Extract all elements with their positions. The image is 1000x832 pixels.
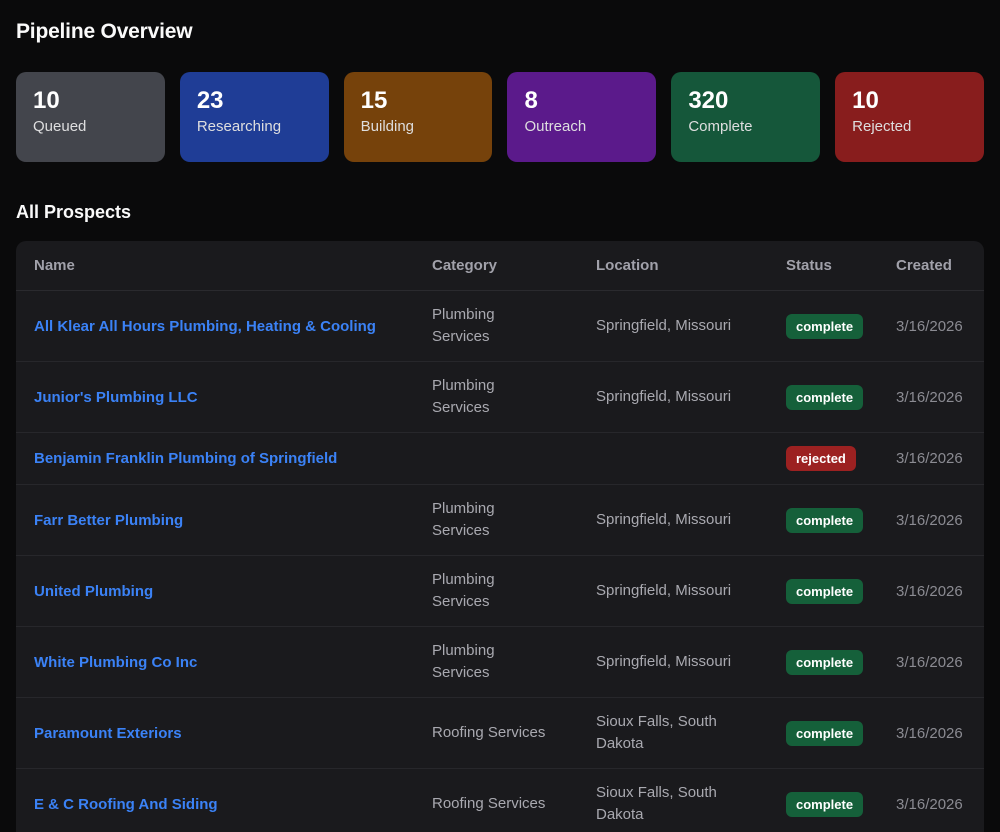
stat-label: Researching xyxy=(197,117,312,137)
table-row: All Klear All Hours Plumbing, Heating & … xyxy=(16,291,984,362)
table-row: Paramount Exteriors Roofing Services Sio… xyxy=(16,698,984,769)
stat-value: 8 xyxy=(524,85,639,116)
stat-label: Complete xyxy=(688,117,803,137)
column-header-category: Category xyxy=(432,257,596,274)
prospect-location: Sioux Falls, South Dakota xyxy=(596,782,748,826)
table-body: All Klear All Hours Plumbing, Heating & … xyxy=(16,291,984,832)
table-row: White Plumbing Co Inc Plumbing Services … xyxy=(16,627,984,698)
status-badge: complete xyxy=(786,792,863,817)
prospect-created-date: 3/16/2026 xyxy=(896,725,966,742)
stats-cards: 10 Queued 23 Researching 15 Building 8 O… xyxy=(16,72,984,162)
prospect-name-link[interactable]: Farr Better Plumbing xyxy=(34,510,183,531)
stat-label: Building xyxy=(361,117,476,137)
status-badge: rejected xyxy=(786,446,856,471)
stat-card: 10 Rejected xyxy=(835,72,984,162)
status-badge: complete xyxy=(786,721,863,746)
stat-value: 15 xyxy=(361,85,476,116)
prospect-name-link[interactable]: Benjamin Franklin Plumbing of Springfiel… xyxy=(34,448,337,469)
prospect-name-link[interactable]: Paramount Exteriors xyxy=(34,723,182,744)
column-header-status: Status xyxy=(786,257,896,274)
status-badge: complete xyxy=(786,314,863,339)
column-header-created: Created xyxy=(896,257,966,274)
prospects-table: Name Category Location Status Created Al… xyxy=(16,241,984,832)
status-badge: complete xyxy=(786,579,863,604)
prospect-created-date: 3/16/2026 xyxy=(896,583,966,600)
prospect-location: Sioux Falls, South Dakota xyxy=(596,711,748,755)
prospect-location: Springfield, Missouri xyxy=(596,386,731,408)
prospect-category: Plumbing Services xyxy=(432,640,550,684)
stat-card: 15 Building xyxy=(344,72,493,162)
prospect-name-link[interactable]: All Klear All Hours Plumbing, Heating & … xyxy=(34,316,376,337)
prospect-location: Springfield, Missouri xyxy=(596,509,731,531)
prospect-name-link[interactable]: Junior's Plumbing LLC xyxy=(34,387,198,408)
prospect-location: Springfield, Missouri xyxy=(596,315,731,337)
table-row: Farr Better Plumbing Plumbing Services S… xyxy=(16,485,984,556)
stat-value: 23 xyxy=(197,85,312,116)
prospect-location: Springfield, Missouri xyxy=(596,580,731,602)
prospect-category: Roofing Services xyxy=(432,793,545,815)
prospect-created-date: 3/16/2026 xyxy=(896,654,966,671)
stat-label: Rejected xyxy=(852,117,967,137)
table-row: United Plumbing Plumbing Services Spring… xyxy=(16,556,984,627)
page-title: Pipeline Overview xyxy=(16,20,984,44)
prospect-category: Plumbing Services xyxy=(432,375,550,419)
stat-card: 23 Researching xyxy=(180,72,329,162)
prospect-created-date: 3/16/2026 xyxy=(896,796,966,813)
stat-card: 8 Outreach xyxy=(507,72,656,162)
table-row: Benjamin Franklin Plumbing of Springfiel… xyxy=(16,433,984,485)
status-badge: complete xyxy=(786,508,863,533)
prospect-created-date: 3/16/2026 xyxy=(896,318,966,335)
prospect-created-date: 3/16/2026 xyxy=(896,389,966,406)
section-title: All Prospects xyxy=(16,202,984,223)
prospect-created-date: 3/16/2026 xyxy=(896,450,966,467)
status-badge: complete xyxy=(786,650,863,675)
prospect-category: Plumbing Services xyxy=(432,304,550,348)
table-header-row: Name Category Location Status Created xyxy=(16,241,984,291)
prospect-category: Roofing Services xyxy=(432,722,545,744)
prospect-category: Plumbing Services xyxy=(432,498,550,542)
table-row: E & C Roofing And Siding Roofing Service… xyxy=(16,769,984,832)
prospect-created-date: 3/16/2026 xyxy=(896,512,966,529)
prospect-name-link[interactable]: United Plumbing xyxy=(34,581,153,602)
column-header-location: Location xyxy=(596,257,786,274)
stat-card: 320 Complete xyxy=(671,72,820,162)
column-header-name: Name xyxy=(34,257,432,274)
status-badge: complete xyxy=(786,385,863,410)
stat-label: Queued xyxy=(33,117,148,137)
pipeline-page: Pipeline Overview 10 Queued 23 Researchi… xyxy=(0,0,1000,832)
stat-label: Outreach xyxy=(524,117,639,137)
stat-value: 10 xyxy=(852,85,967,116)
stat-value: 320 xyxy=(688,85,803,116)
prospect-category: Plumbing Services xyxy=(432,569,550,613)
table-row: Junior's Plumbing LLC Plumbing Services … xyxy=(16,362,984,433)
stat-value: 10 xyxy=(33,85,148,116)
prospect-name-link[interactable]: E & C Roofing And Siding xyxy=(34,794,218,815)
stat-card: 10 Queued xyxy=(16,72,165,162)
prospect-name-link[interactable]: White Plumbing Co Inc xyxy=(34,652,197,673)
prospect-location: Springfield, Missouri xyxy=(596,651,731,673)
